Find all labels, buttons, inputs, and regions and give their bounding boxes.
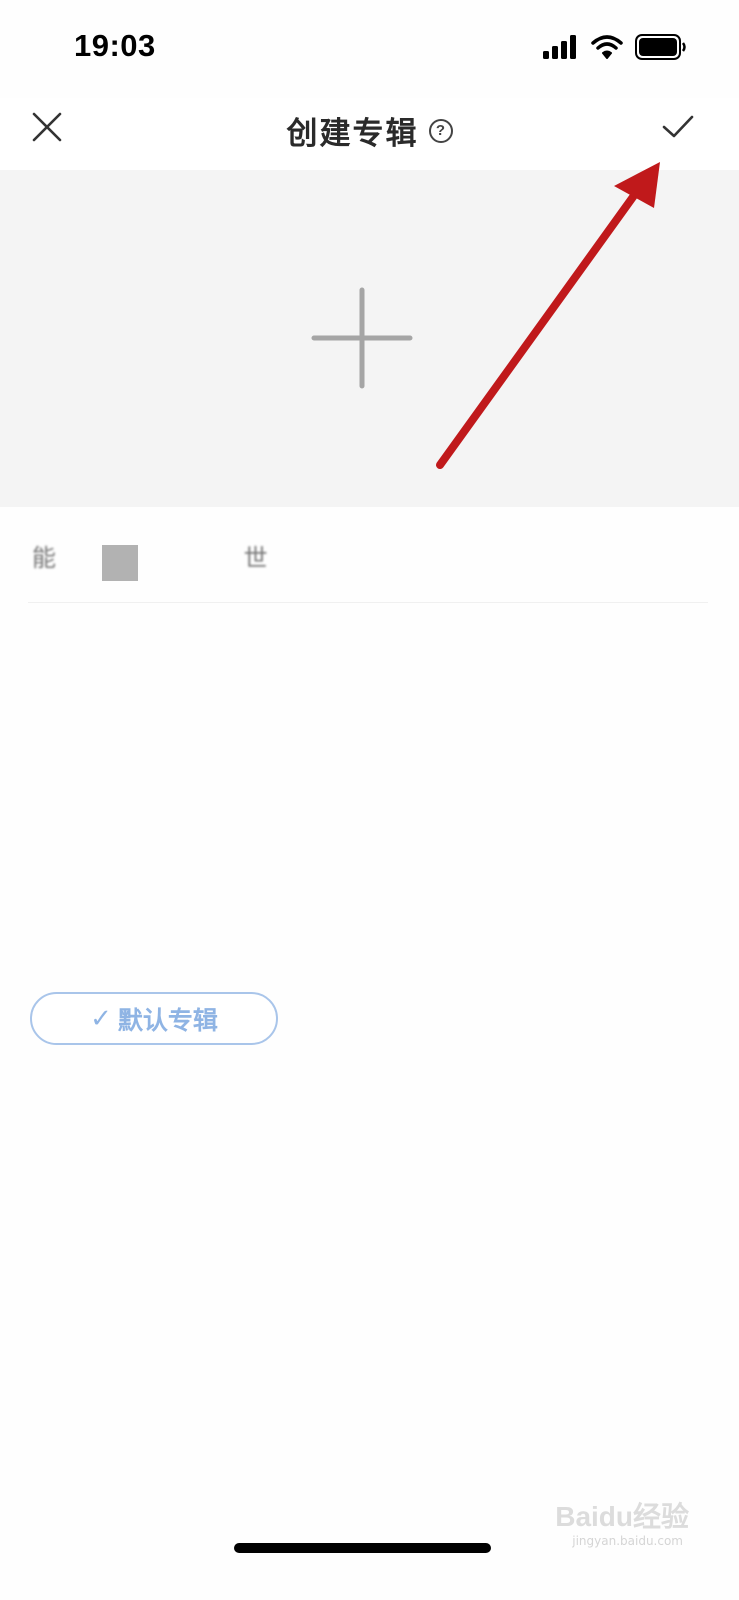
default-album-label: 默认专辑 — [117, 1005, 218, 1035]
help-icon[interactable]: ? — [428, 118, 453, 143]
nav-bar: 创建专辑 ? — [0, 98, 739, 170]
status-bar: 19:03 — [0, 0, 739, 96]
title-group: 创建专辑 ? — [0, 108, 739, 153]
cover-upload-area[interactable] — [0, 170, 739, 507]
status-icons — [543, 34, 687, 60]
redacted-block — [102, 545, 138, 581]
album-name-value: 能 世 — [32, 544, 358, 572]
checkmark-icon[interactable] — [658, 106, 698, 146]
watermark-url: jingyan.baidu.com — [572, 1534, 683, 1548]
check-icon: ✓ — [90, 1003, 112, 1034]
home-indicator — [234, 1543, 491, 1553]
watermark: Baidu经验 — [555, 1501, 689, 1532]
page-title: 创建专辑 — [286, 116, 419, 152]
album-name-field[interactable]: 能 世 — [28, 508, 708, 603]
signal-icon — [543, 35, 576, 59]
battery-icon — [635, 34, 686, 60]
default-album-button[interactable]: ✓ 默认专辑 — [30, 992, 278, 1045]
plus-icon[interactable] — [310, 286, 414, 390]
status-time: 19:03 — [74, 28, 156, 63]
wifi-icon — [591, 35, 623, 59]
